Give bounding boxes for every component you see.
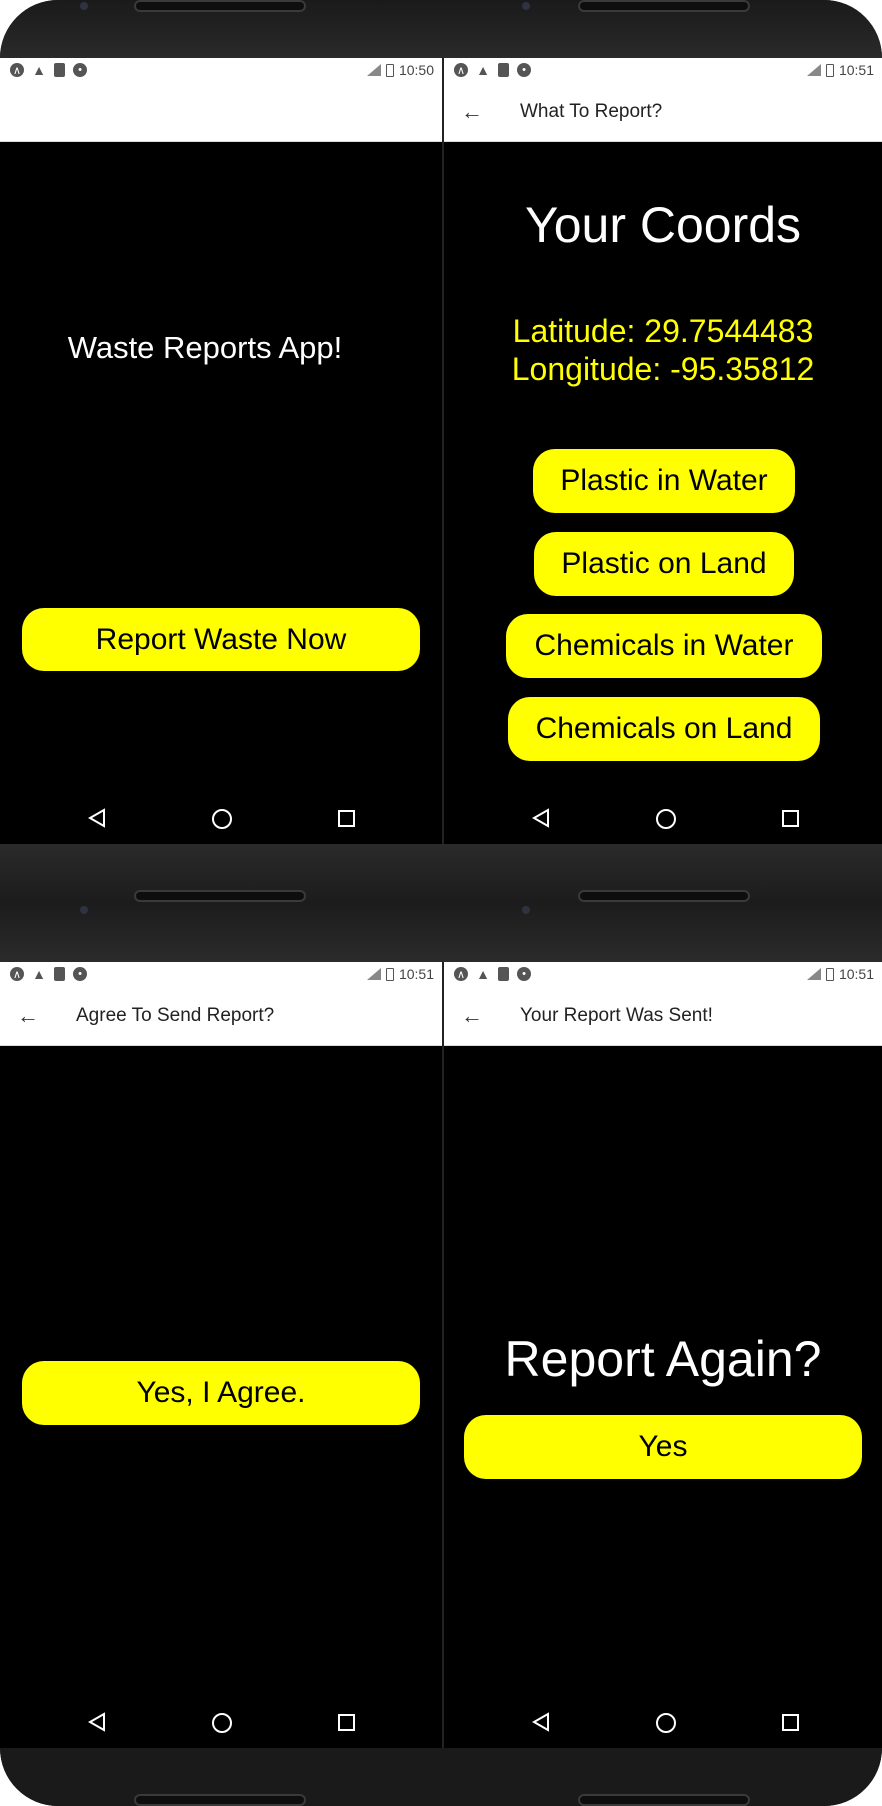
- system-nav-bar: [444, 794, 882, 844]
- latitude-text: Latitude: 29.7544483: [512, 313, 814, 349]
- appbar-title: Your Report Was Sent!: [520, 1005, 713, 1026]
- back-arrow-icon[interactable]: ←: [14, 1002, 42, 1030]
- status-bar: ∧ ▲ • 10:51: [0, 962, 442, 987]
- status-bar: ∧ ▲ • 10:51: [444, 58, 882, 83]
- android-icon: ∧: [454, 967, 468, 981]
- app-bar: ← What To Report?: [444, 83, 882, 142]
- warning-icon: ▲: [476, 966, 490, 982]
- sd-card-icon: [498, 967, 509, 981]
- camera: [80, 906, 88, 914]
- battery-icon: [825, 967, 834, 981]
- nav-recents-icon[interactable]: [338, 810, 355, 827]
- panel-divider: [442, 962, 444, 1748]
- camera: [80, 2, 88, 10]
- speaker-grille: [578, 0, 750, 12]
- warning-icon: ▲: [32, 62, 46, 78]
- nav-recents-icon[interactable]: [338, 1714, 355, 1731]
- back-arrow-icon[interactable]: ←: [458, 1002, 486, 1030]
- screen-what-to-report: ∧ ▲ • 10:51 ← What To Report? Your Coord…: [444, 58, 882, 844]
- screen-agree-to-send: ∧ ▲ • 10:51 ← Agree To Send Report? Yes,…: [0, 962, 442, 1748]
- nav-back-icon[interactable]: [532, 1712, 550, 1732]
- status-bar: ∧ ▲ • 10:51: [444, 962, 882, 987]
- android-icon: ∧: [10, 63, 24, 77]
- sd-card-icon: [498, 63, 509, 77]
- yes-button[interactable]: Yes: [464, 1415, 862, 1479]
- report-waste-now-button[interactable]: Report Waste Now: [22, 608, 420, 671]
- camera: [522, 906, 530, 914]
- app-bar: ← Your Report Was Sent!: [444, 987, 882, 1046]
- yes-i-agree-button[interactable]: Yes, I Agree.: [22, 1361, 420, 1425]
- sd-card-icon: [54, 63, 65, 77]
- system-nav-bar: [0, 794, 442, 844]
- status-bar: ∧ ▲ • 10:50: [0, 58, 442, 83]
- nav-recents-icon[interactable]: [782, 1714, 799, 1731]
- speaker-grille: [134, 1794, 306, 1806]
- android-icon: ∧: [454, 63, 468, 77]
- screen-home: ∧ ▲ • 10:50 Waste Reports App! Report Wa…: [0, 58, 442, 844]
- debug-icon: •: [73, 63, 87, 77]
- android-icon: ∧: [10, 967, 24, 981]
- warning-icon: ▲: [32, 966, 46, 982]
- nav-home-icon[interactable]: [212, 809, 232, 829]
- app-bar: [0, 83, 442, 142]
- device-frame: ∧ ▲ • 10:50 Waste Reports App! Report Wa…: [0, 0, 882, 1806]
- clock: 10:51: [838, 966, 874, 982]
- nav-back-icon[interactable]: [532, 808, 550, 828]
- clock: 10:50: [398, 62, 434, 78]
- back-arrow-icon[interactable]: ←: [458, 98, 486, 126]
- battery-icon: [385, 967, 394, 981]
- device-bezel-top: [0, 0, 882, 58]
- signal-icon: [366, 968, 381, 980]
- debug-icon: •: [517, 63, 531, 77]
- plastic-on-land-button[interactable]: Plastic on Land: [534, 532, 794, 596]
- nav-back-icon[interactable]: [88, 1712, 106, 1732]
- signal-icon: [366, 64, 381, 76]
- coords-heading: Your Coords: [524, 197, 802, 253]
- signal-icon: [806, 968, 821, 980]
- clock: 10:51: [398, 966, 434, 982]
- warning-icon: ▲: [476, 62, 490, 78]
- nav-home-icon[interactable]: [212, 1713, 232, 1733]
- nav-back-icon[interactable]: [88, 808, 106, 828]
- panel-divider: [442, 58, 444, 844]
- longitude-text: Longitude: -95.35812: [511, 351, 815, 387]
- system-nav-bar: [444, 1698, 882, 1748]
- system-nav-bar: [0, 1698, 442, 1748]
- nav-recents-icon[interactable]: [782, 810, 799, 827]
- chemicals-in-water-button[interactable]: Chemicals in Water: [506, 614, 822, 678]
- debug-icon: •: [73, 967, 87, 981]
- speaker-grille: [578, 890, 750, 902]
- speaker-grille: [134, 890, 306, 902]
- nav-home-icon[interactable]: [656, 809, 676, 829]
- nav-home-icon[interactable]: [656, 1713, 676, 1733]
- speaker-grille: [578, 1794, 750, 1806]
- screen-report-sent: ∧ ▲ • 10:51 ← Your Report Was Sent! Repo…: [444, 962, 882, 1748]
- camera: [522, 2, 530, 10]
- plastic-in-water-button[interactable]: Plastic in Water: [533, 449, 795, 513]
- appbar-title: Agree To Send Report?: [76, 1005, 275, 1026]
- clock: 10:51: [838, 62, 874, 78]
- appbar-title: What To Report?: [520, 101, 663, 122]
- chemicals-on-land-button[interactable]: Chemicals on Land: [508, 697, 820, 761]
- app-bar: ← Agree To Send Report?: [0, 987, 442, 1046]
- device-bezel-middle: [0, 844, 882, 962]
- sd-card-icon: [54, 967, 65, 981]
- report-again-heading: Report Again?: [504, 1331, 822, 1387]
- battery-icon: [825, 63, 834, 77]
- signal-icon: [806, 64, 821, 76]
- speaker-grille: [134, 0, 306, 12]
- debug-icon: •: [517, 967, 531, 981]
- battery-icon: [385, 63, 394, 77]
- app-title: Waste Reports App!: [67, 330, 343, 365]
